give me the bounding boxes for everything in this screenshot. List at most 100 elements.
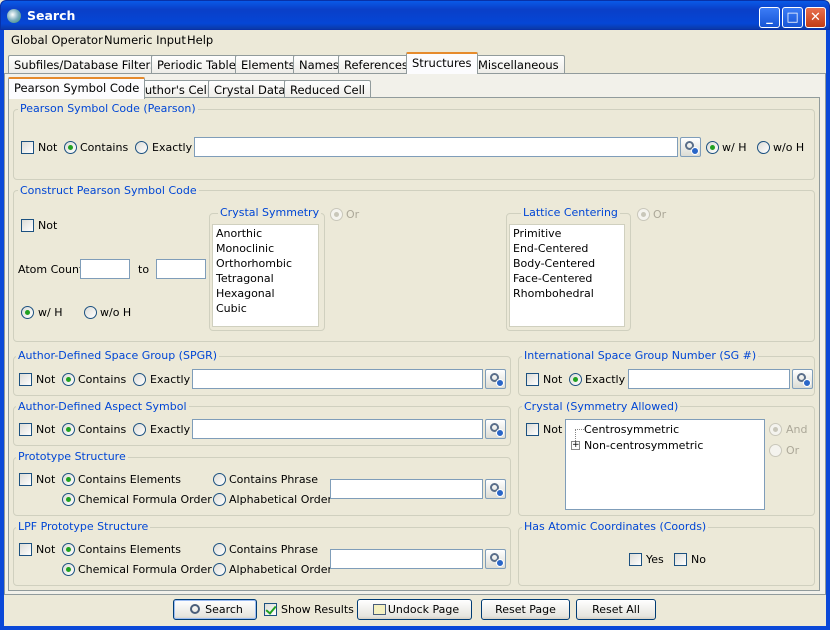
show-results-checkbox[interactable] [264, 603, 277, 616]
tab-periodic-table[interactable]: Periodic Table [151, 55, 242, 74]
coords-yes-label: Yes [646, 553, 664, 566]
lattice-centering-or-label: Or [653, 208, 667, 221]
list-item[interactable]: Monoclinic [213, 241, 318, 256]
list-item[interactable]: End-Centered [510, 241, 624, 256]
spgr-not-checkbox[interactable] [19, 373, 32, 386]
lpf-alpha-order-radio[interactable] [213, 563, 226, 576]
prototype-chem-order-radio[interactable] [62, 493, 75, 506]
prototype-contains-phrase-radio[interactable] [213, 473, 226, 486]
lpf-not-checkbox[interactable] [19, 543, 32, 556]
menu-help[interactable]: Help [187, 33, 213, 47]
construct-woh-radio[interactable] [84, 306, 97, 319]
list-item[interactable]: Anorthic [213, 226, 318, 241]
crystal-sym-or-radio[interactable] [769, 444, 782, 457]
aspect-not-label: Not [36, 423, 56, 436]
spgr-contains-radio[interactable] [62, 373, 75, 386]
construct-not-checkbox[interactable] [21, 219, 34, 232]
close-button[interactable]: ✕ [805, 7, 826, 28]
maximize-button[interactable]: □ [782, 7, 803, 28]
prototype-not-checkbox[interactable] [19, 473, 32, 486]
lpf-contains-phrase-radio[interactable] [213, 543, 226, 556]
list-item[interactable]: Face-Centered [510, 271, 624, 286]
reset-page-button[interactable]: Reset Page [481, 599, 570, 620]
show-results-label: Show Results [281, 603, 354, 616]
info-icon [496, 489, 504, 497]
prototype-contains-elements-label: Contains Elements [78, 473, 181, 486]
lattice-centering-list[interactable]: Primitive End-Centered Body-Centered Fac… [509, 224, 625, 327]
atom-count-to-input[interactable] [156, 259, 206, 279]
pearson-wh-radio[interactable] [706, 141, 719, 154]
aspect-lookup-button[interactable] [485, 419, 506, 439]
undock-page-button[interactable]: Undock Page [357, 599, 472, 620]
pearson-not-checkbox[interactable] [21, 141, 34, 154]
expand-icon[interactable]: + [571, 441, 580, 450]
spgr-exactly-radio[interactable] [133, 373, 146, 386]
minimize-button[interactable]: _ [759, 7, 780, 28]
spgr-lookup-button[interactable] [485, 369, 506, 389]
sgnum-exactly-radio[interactable] [569, 373, 582, 386]
sgnum-not-label: Not [543, 373, 563, 386]
coords-no-checkbox[interactable] [674, 553, 687, 566]
construct-woh-label: w/o H [100, 306, 132, 319]
prototype-lookup-button[interactable] [485, 479, 506, 499]
tab-references[interactable]: References [338, 55, 414, 74]
window-frame-right [826, 30, 830, 630]
pearson-woh-radio[interactable] [757, 141, 770, 154]
aspect-not-checkbox[interactable] [19, 423, 32, 436]
prototype-alpha-order-radio[interactable] [213, 493, 226, 506]
construct-wh-label: w/ H [38, 306, 63, 319]
lattice-centering-or-radio[interactable] [637, 208, 650, 221]
prototype-alpha-order-label: Alphabetical Order [229, 493, 332, 506]
pearson-lookup-button[interactable] [680, 137, 701, 157]
aspect-input[interactable] [192, 419, 483, 439]
crystal-sym-tree[interactable]: Centrosymmetric + Non-centrosymmetric [565, 419, 765, 510]
lpf-input[interactable] [330, 549, 483, 569]
lpf-alpha-order-label: Alphabetical Order [229, 563, 332, 576]
tab-elements[interactable]: Elements [235, 55, 301, 74]
pearson-exactly-radio[interactable] [135, 141, 148, 154]
pearson-contains-radio[interactable] [64, 141, 77, 154]
aspect-contains-radio[interactable] [62, 423, 75, 436]
menu-bar: Global Operator Numeric Input Help [4, 30, 826, 50]
list-item[interactable]: Primitive [510, 226, 624, 241]
crystal-sym-not-checkbox[interactable] [526, 423, 539, 436]
tab-miscellaneous[interactable]: Miscellaneous [472, 55, 565, 74]
sgnum-input[interactable] [628, 369, 790, 389]
tree-node-centrosymmetric[interactable]: Centrosymmetric [584, 423, 679, 436]
menu-numeric-input[interactable]: Numeric Input [104, 33, 186, 47]
list-item[interactable]: Rhombohedral [510, 286, 624, 301]
coords-group-title: Has Atomic Coordinates (Coords) [522, 520, 709, 533]
lpf-lookup-button[interactable] [485, 549, 506, 569]
crystal-symmetry-list[interactable]: Anorthic Monoclinic Orthorhombic Tetrago… [212, 224, 319, 327]
lpf-contains-elements-radio[interactable] [62, 543, 75, 556]
crystal-sym-and-radio[interactable] [769, 423, 782, 436]
list-item[interactable]: Orthorhombic [213, 256, 318, 271]
list-item[interactable]: Body-Centered [510, 256, 624, 271]
spgr-input[interactable] [192, 369, 483, 389]
list-item[interactable]: Hexagonal [213, 286, 318, 301]
coords-yes-checkbox[interactable] [629, 553, 642, 566]
list-item[interactable]: Cubic [213, 301, 318, 316]
tab-structures[interactable]: Structures [406, 52, 478, 74]
atom-count-from-input[interactable] [80, 259, 130, 279]
menu-global-operator[interactable]: Global Operator [11, 33, 103, 47]
spgr-not-label: Not [36, 373, 56, 386]
construct-wh-radio[interactable] [21, 306, 34, 319]
prototype-input[interactable] [330, 479, 483, 499]
sgnum-not-checkbox[interactable] [526, 373, 539, 386]
tab-subfiles[interactable]: Subfiles/Database Filters [8, 55, 163, 74]
sgnum-lookup-button[interactable] [792, 369, 813, 389]
lpf-chem-order-radio[interactable] [62, 563, 75, 576]
pearson-input[interactable] [194, 137, 678, 157]
prototype-contains-elements-radio[interactable] [62, 473, 75, 486]
reset-all-button[interactable]: Reset All [576, 599, 656, 620]
prototype-not-label: Not [36, 473, 56, 486]
list-item[interactable]: Tetragonal [213, 271, 318, 286]
coords-no-label: No [691, 553, 706, 566]
aspect-exactly-radio[interactable] [133, 423, 146, 436]
tab-pearson-symbol-code[interactable]: Pearson Symbol Code [8, 77, 146, 99]
search-icon [190, 604, 200, 614]
crystal-symmetry-or-radio[interactable] [330, 208, 343, 221]
search-button[interactable]: Search [173, 599, 257, 620]
tree-node-non-centrosymmetric[interactable]: Non-centrosymmetric [584, 439, 703, 452]
